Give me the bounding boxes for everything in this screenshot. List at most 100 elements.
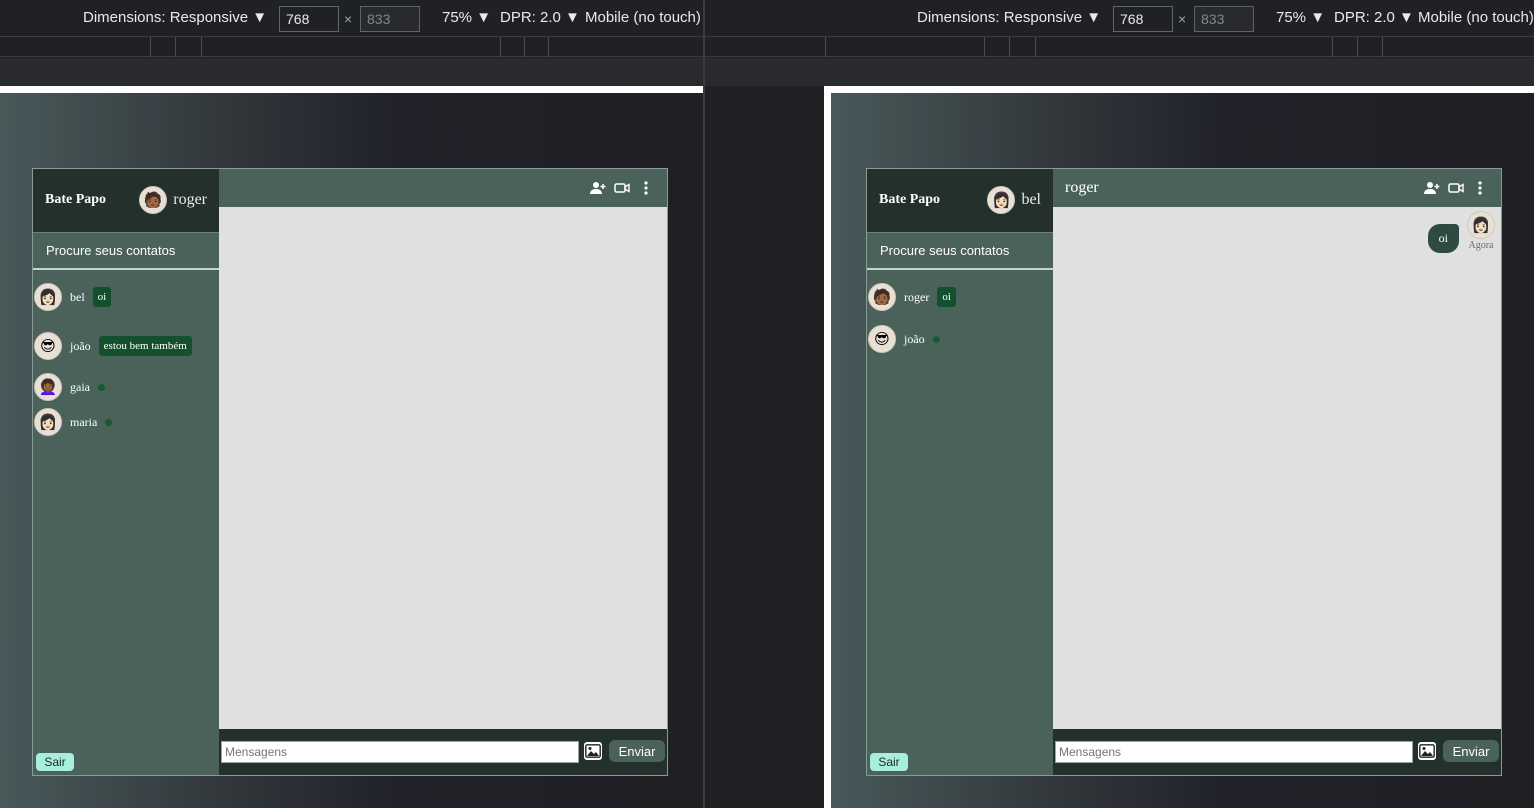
message-input[interactable]	[1055, 741, 1413, 763]
contact-avatar: 🧑🏾	[868, 283, 896, 311]
chat-header-actions	[589, 179, 655, 197]
dimensions-dropdown[interactable]: Dimensions: Responsive ▼	[83, 9, 267, 26]
page-viewport: Bate Papo 🧑🏾 roger Procure seus contatos…	[0, 86, 703, 808]
dimensions-dropdown[interactable]: Dimensions: Responsive ▼	[917, 9, 1101, 26]
last-message-badge: estou bem também	[98, 336, 192, 356]
contact-name: roger	[904, 289, 930, 304]
message-meta: 👩🏻 Agora	[1467, 211, 1495, 251]
ruler-tick	[1009, 37, 1010, 57]
logout-button[interactable]: Sair	[870, 753, 908, 771]
chat-panel: Enviar	[219, 169, 667, 775]
media-query-ruler[interactable]	[705, 37, 1534, 57]
devtools-pane-right: Dimensions: Responsive ▼ × 75% ▼ DPR: 2.…	[705, 0, 1534, 808]
viewport-height-input[interactable]	[1194, 6, 1254, 32]
contact-item-bel[interactable]: 👩🏻 bel oi	[34, 283, 112, 311]
chat-header-actions	[1423, 179, 1489, 197]
brand-title: Bate Papo	[879, 192, 941, 207]
devtools-toolbar: Dimensions: Responsive ▼ × 75% ▼ DPR: 2.…	[0, 0, 703, 37]
contact-item-joao[interactable]: 😎 joão estou bem também	[34, 332, 192, 360]
online-indicator	[932, 335, 940, 343]
online-indicator	[98, 383, 105, 391]
dpr-dropdown[interactable]: DPR: 2.0 ▼	[500, 9, 580, 26]
ruler-tick	[984, 37, 985, 57]
current-user-name: bel	[1021, 191, 1041, 208]
contact-avatar: 😎	[868, 325, 896, 353]
search-contacts[interactable]: Procure seus contatos	[33, 232, 219, 270]
contact-item-roger[interactable]: 🧑🏾 roger oi	[868, 283, 956, 311]
video-camera-icon[interactable]	[613, 179, 631, 197]
times-symbol: ×	[1178, 11, 1187, 27]
message-composer: Enviar	[1053, 729, 1501, 775]
sidebar: Bate Papo 👩🏻 bel Procure seus contatos 🧑…	[867, 169, 1053, 775]
contact-name: joão	[904, 331, 925, 346]
ruler-gap	[705, 58, 1534, 86]
message-bubble: oi	[1427, 224, 1459, 253]
last-message-badge: oi	[92, 287, 112, 307]
current-user: 🧑🏾 roger	[139, 186, 207, 214]
search-contacts[interactable]: Procure seus contatos	[867, 232, 1053, 270]
sender-avatar: 👩🏻	[1467, 211, 1495, 239]
ruler-tick	[175, 37, 176, 57]
ruler-tick	[1035, 37, 1036, 57]
devtools-toolbar: Dimensions: Responsive ▼ × 75% ▼ DPR: 2.…	[705, 0, 1534, 37]
chat-header	[219, 169, 667, 207]
viewport-width-input[interactable]	[1113, 6, 1173, 32]
contact-item-gaia[interactable]: 👩🏾‍🦱 gaia	[34, 373, 105, 401]
ruler-tick	[548, 37, 549, 57]
ruler-tick	[150, 37, 151, 57]
add-user-icon[interactable]	[1423, 179, 1441, 197]
chat-panel: roger oi 👩🏻 Agora Mensagens Enviar	[1053, 169, 1501, 775]
contact-name: gaia	[70, 379, 90, 394]
current-user-avatar: 🧑🏾	[139, 186, 168, 214]
ruler-tick	[1382, 37, 1383, 57]
media-query-ruler[interactable]	[0, 37, 703, 57]
times-symbol: ×	[344, 11, 353, 27]
chat-app: Bate Papo 👩🏻 bel Procure seus contatos 🧑…	[866, 168, 1502, 776]
ruler-tick	[825, 37, 826, 57]
contact-avatar: 👩🏾‍🦱	[34, 373, 62, 401]
ruler-gap	[0, 58, 703, 86]
more-vertical-icon[interactable]	[1471, 179, 1489, 197]
viewport-width-input[interactable]	[279, 6, 339, 32]
image-icon[interactable]	[1418, 742, 1436, 760]
ruler-tick	[524, 37, 525, 57]
add-user-icon[interactable]	[589, 179, 607, 197]
image-icon[interactable]	[584, 742, 602, 760]
zoom-dropdown[interactable]: 75% ▼	[1276, 9, 1325, 26]
send-button[interactable]: Enviar	[609, 740, 665, 762]
contact-avatar: 👩🏻	[34, 408, 62, 436]
logout-button[interactable]: Sair	[36, 753, 74, 771]
contact-avatar: 😎	[34, 332, 62, 360]
brand-title: Bate Papo	[45, 192, 107, 207]
dpr-dropdown[interactable]: DPR: 2.0 ▼	[1334, 9, 1414, 26]
contact-name: maria	[70, 414, 98, 429]
contact-item-joao[interactable]: 😎 joão	[868, 325, 940, 353]
device-mode-dropdown[interactable]: Mobile (no touch)	[1418, 9, 1534, 26]
message-row: oi 👩🏻 Agora	[1427, 211, 1495, 253]
last-message-badge: oi	[937, 287, 956, 307]
sidebar: Bate Papo 🧑🏾 roger Procure seus contatos…	[33, 169, 219, 775]
zoom-dropdown[interactable]: 75% ▼	[442, 9, 491, 26]
contact-name: bel	[70, 289, 85, 304]
current-user: 👩🏻 bel	[987, 186, 1041, 214]
ruler-tick	[1332, 37, 1333, 57]
page-viewport: Bate Papo 👩🏻 bel Procure seus contatos 🧑…	[824, 86, 1534, 808]
current-user-name: roger	[173, 191, 207, 208]
contact-name: joão	[70, 338, 91, 353]
sidebar-header: Bate Papo 👩🏻 bel	[867, 169, 1053, 232]
viewport-height-input[interactable]	[360, 6, 420, 32]
sidebar-header: Bate Papo 🧑🏾 roger	[33, 169, 219, 232]
ruler-tick	[201, 37, 202, 57]
send-button[interactable]: Enviar	[1443, 740, 1499, 762]
message-input[interactable]	[221, 741, 579, 763]
current-user-avatar: 👩🏻	[987, 186, 1016, 214]
contact-avatar: 👩🏻	[34, 283, 62, 311]
device-mode-dropdown[interactable]: Mobile (no touch)	[585, 9, 701, 26]
devtools-pane-left: Dimensions: Responsive ▼ × 75% ▼ DPR: 2.…	[0, 0, 703, 808]
chat-title: roger	[1065, 179, 1099, 196]
video-camera-icon[interactable]	[1447, 179, 1465, 197]
more-vertical-icon[interactable]	[637, 179, 655, 197]
message-time: Agora	[1468, 240, 1494, 251]
contact-item-maria[interactable]: 👩🏻 maria	[34, 408, 113, 436]
ruler-tick	[1357, 37, 1358, 57]
